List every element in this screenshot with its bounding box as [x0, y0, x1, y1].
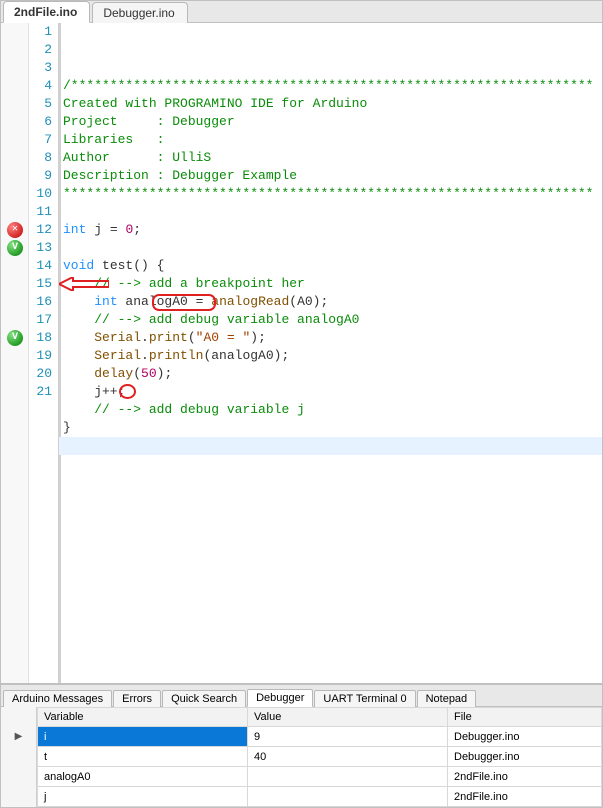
line-number: 10 — [29, 185, 52, 203]
col-header-variable[interactable]: Variable — [38, 708, 248, 727]
line-number: 17 — [29, 311, 52, 329]
code-line[interactable]: // --> add debug variable j — [59, 401, 602, 419]
cell-variable[interactable]: i — [38, 727, 248, 747]
line-number: 8 — [29, 149, 52, 167]
code-area[interactable]: ✕VV 123456789101112131415161718192021 /*… — [1, 23, 602, 683]
col-header-value[interactable]: Value — [248, 708, 448, 727]
debugger-row-marker-column: ▶ — [1, 707, 37, 807]
panel-tab-uart-terminal-0[interactable]: UART Terminal 0 — [314, 690, 415, 707]
code-line[interactable] — [59, 203, 602, 221]
cell-value[interactable] — [248, 767, 448, 787]
panel-tab-debugger[interactable]: Debugger — [247, 689, 313, 707]
panel-tab-arduino-messages[interactable]: Arduino Messages — [3, 690, 112, 707]
line-number: 1 — [29, 23, 52, 41]
table-row[interactable]: t40Debugger.ino — [38, 747, 602, 767]
table-row[interactable]: i9Debugger.ino — [38, 727, 602, 747]
line-number: 18 — [29, 329, 52, 347]
table-row[interactable]: j 2ndFile.ino — [38, 787, 602, 807]
code-line[interactable]: void test() { — [59, 257, 602, 275]
panel-tab-quick-search[interactable]: Quick Search — [162, 690, 246, 707]
code-line[interactable] — [59, 437, 602, 455]
code-line[interactable]: Description : Debugger Example — [59, 167, 602, 185]
line-number: 12 — [29, 221, 52, 239]
code-line[interactable]: j++; — [59, 383, 602, 401]
code-line[interactable]: int analogA0 = analogRead(A0); — [59, 293, 602, 311]
cell-file[interactable]: 2ndFile.ino — [448, 767, 602, 787]
panel-tab-errors[interactable]: Errors — [113, 690, 161, 707]
line-number: 11 — [29, 203, 52, 221]
cell-value[interactable]: 9 — [248, 727, 448, 747]
current-row-indicator-icon — [1, 765, 36, 784]
file-tab-0[interactable]: 2ndFile.ino — [3, 1, 90, 23]
code-line[interactable]: int j = 0; — [59, 221, 602, 239]
file-tabs: 2ndFile.ino Debugger.ino — [1, 1, 602, 23]
annotation-circle-analogA0 — [152, 294, 216, 311]
line-number: 7 — [29, 131, 52, 149]
debug-var-icon[interactable]: V — [7, 330, 23, 346]
cell-file[interactable]: Debugger.ino — [448, 747, 602, 767]
code-line[interactable]: Serial.println(analogA0); — [59, 347, 602, 365]
line-number: 6 — [29, 113, 52, 131]
gutter-line-numbers: 123456789101112131415161718192021 — [29, 23, 59, 683]
line-number: 13 — [29, 239, 52, 257]
line-number: 21 — [29, 383, 52, 401]
editor-pane: 2ndFile.ino Debugger.ino ✕VV 12345678910… — [0, 0, 603, 684]
cell-file[interactable]: 2ndFile.ino — [448, 787, 602, 807]
code-line[interactable]: /***************************************… — [59, 77, 602, 95]
debugger-table[interactable]: Variable Value File i9Debugger.inot40Deb… — [37, 707, 602, 807]
line-number: 15 — [29, 275, 52, 293]
line-number: 19 — [29, 347, 52, 365]
panel-tabs: Arduino Messages Errors Quick Search Deb… — [1, 685, 602, 707]
code-line[interactable]: // --> add debug variable analogA0 — [59, 311, 602, 329]
code-line[interactable]: Author : UlliS — [59, 149, 602, 167]
file-tab-1[interactable]: Debugger.ino — [92, 2, 187, 23]
code-line[interactable]: Project : Debugger — [59, 113, 602, 131]
bottom-panel: Arduino Messages Errors Quick Search Deb… — [0, 684, 603, 808]
cell-file[interactable]: Debugger.ino — [448, 727, 602, 747]
code-line[interactable]: Libraries : — [59, 131, 602, 149]
code-line[interactable]: Serial.print("A0 = "); — [59, 329, 602, 347]
current-row-indicator-icon — [1, 746, 36, 765]
table-row[interactable]: analogA0 2ndFile.ino — [38, 767, 602, 787]
line-number: 5 — [29, 95, 52, 113]
code-line[interactable]: // --> add a breakpoint her — [59, 275, 602, 293]
annotation-circle-j — [119, 384, 136, 399]
code-line[interactable]: Created with PROGRAMINO IDE for Arduino — [59, 95, 602, 113]
line-number: 20 — [29, 365, 52, 383]
code-line[interactable]: } — [59, 419, 602, 437]
cell-variable[interactable]: analogA0 — [38, 767, 248, 787]
cell-variable[interactable]: t — [38, 747, 248, 767]
line-number: 14 — [29, 257, 52, 275]
line-number: 3 — [29, 59, 52, 77]
cell-value[interactable] — [248, 787, 448, 807]
current-row-indicator-icon — [1, 784, 36, 803]
cell-value[interactable]: 40 — [248, 747, 448, 767]
code-line[interactable]: delay(50); — [59, 365, 602, 383]
line-number: 4 — [29, 77, 52, 95]
panel-tab-notepad[interactable]: Notepad — [417, 690, 477, 707]
line-number: 2 — [29, 41, 52, 59]
breakpoint-remove-icon[interactable]: ✕ — [7, 222, 23, 238]
gutter-marker-column[interactable]: ✕ V V — [1, 23, 29, 683]
line-number: 9 — [29, 167, 52, 185]
code-text[interactable]: /***************************************… — [59, 23, 602, 683]
line-number: 16 — [29, 293, 52, 311]
cell-variable[interactable]: j — [38, 787, 248, 807]
debugger-body: ▶ Variable Value File i9Debugger.inot40D… — [1, 707, 602, 807]
current-row-indicator-icon: ▶ — [1, 727, 36, 746]
col-header-file[interactable]: File — [448, 708, 602, 727]
code-line[interactable]: ****************************************… — [59, 185, 602, 203]
code-line[interactable] — [59, 239, 602, 257]
debug-var-icon[interactable]: V — [7, 240, 23, 256]
